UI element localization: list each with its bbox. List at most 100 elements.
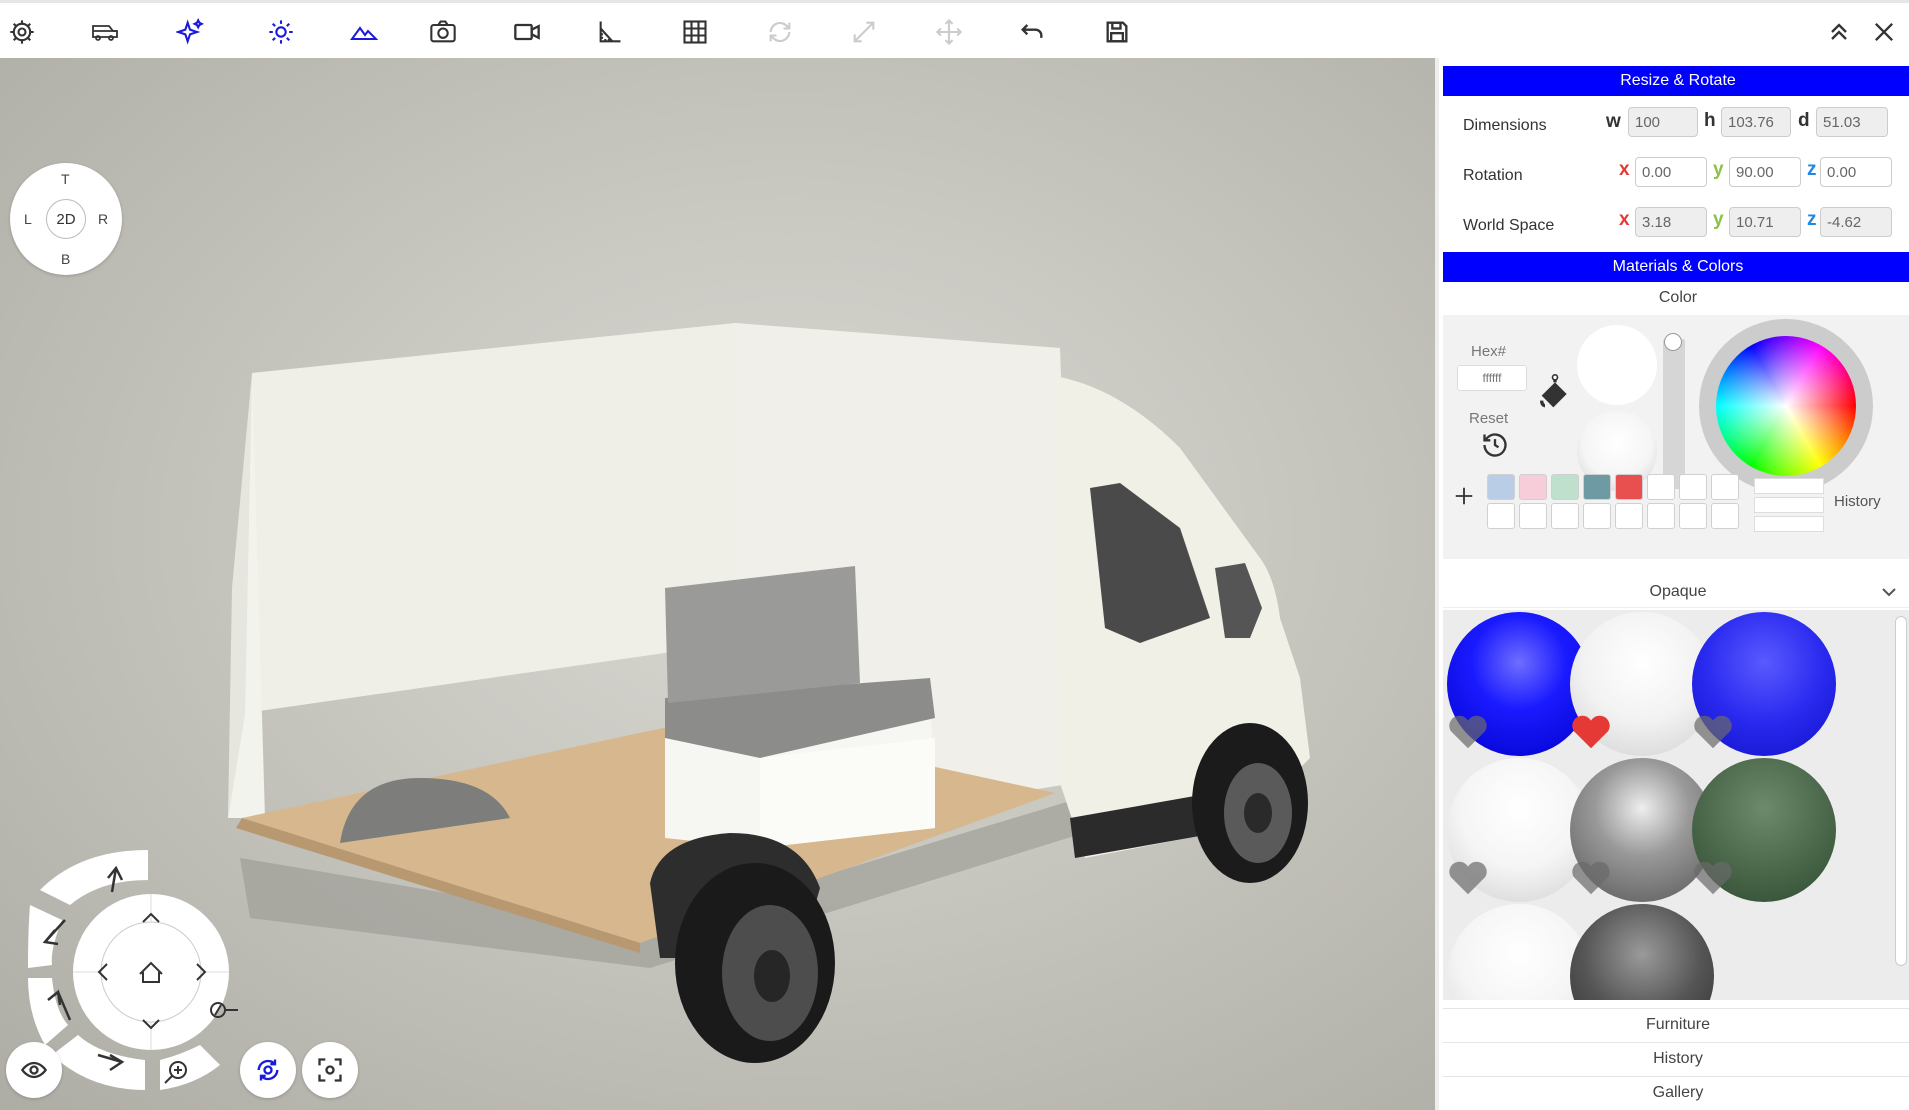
tab-furniture[interactable]: Furniture [1443, 1008, 1909, 1040]
visibility-eye-button[interactable] [6, 1042, 62, 1098]
hex-input[interactable] [1457, 365, 1527, 391]
view-top-button[interactable]: T [61, 171, 70, 187]
history-bar-2[interactable] [1754, 497, 1824, 513]
mountains-icon[interactable] [345, 13, 383, 51]
view-left-button[interactable]: L [24, 211, 32, 227]
swatch-6[interactable] [1647, 474, 1675, 500]
properties-panel: Resize & Rotate Dimensions w h d Rotatio… [1435, 58, 1909, 1110]
material-filter-label: Opaque [1649, 582, 1707, 600]
van-icon[interactable] [86, 13, 124, 51]
favorite-heart-icon[interactable] [1570, 858, 1612, 896]
favorite-heart-active-icon[interactable] [1570, 712, 1612, 750]
world-space-label: World Space [1463, 217, 1555, 234]
close-icon[interactable] [1865, 13, 1903, 51]
swatch-7[interactable] [1679, 474, 1707, 500]
focus-frame-button[interactable] [302, 1042, 358, 1098]
video-icon[interactable] [508, 13, 546, 51]
materials-colors-header[interactable]: Materials & Colors [1443, 252, 1909, 282]
material-scrollbar[interactable] [1895, 616, 1907, 966]
material-filter-dropdown[interactable]: Opaque [1443, 576, 1909, 608]
rotate-icon[interactable] [761, 13, 799, 51]
orbit-camera-button[interactable] [240, 1042, 296, 1098]
grid-icon[interactable] [676, 13, 714, 51]
view-cube[interactable]: T L R B 2D [10, 163, 122, 275]
rotation-y-label: y [1713, 159, 1724, 180]
tab-history[interactable]: History [1443, 1042, 1909, 1074]
favorite-heart-icon[interactable] [1692, 712, 1734, 750]
height-axis-label: h [1704, 110, 1716, 131]
favorite-heart-icon[interactable] [1447, 858, 1489, 896]
eye-icon [20, 1061, 48, 1079]
move-icon[interactable] [930, 13, 968, 51]
history-bar-3[interactable] [1754, 516, 1824, 532]
swatch-12[interactable] [1583, 503, 1611, 529]
world-z-input[interactable] [1820, 207, 1892, 237]
add-swatch-icon[interactable] [1453, 485, 1475, 507]
rotation-x-input[interactable] [1635, 157, 1707, 187]
world-x-input[interactable] [1635, 207, 1707, 237]
rotation-z-label: z [1807, 159, 1817, 180]
color-picker-area: Hex# Reset Histor [1443, 315, 1909, 559]
height-input[interactable] [1721, 107, 1791, 137]
reset-history-icon[interactable] [1481, 431, 1509, 459]
world-y-input[interactable] [1729, 207, 1801, 237]
swatch-2[interactable] [1519, 474, 1547, 500]
scale-icon[interactable] [845, 13, 883, 51]
swatch-8[interactable] [1711, 474, 1739, 500]
reset-label: Reset [1469, 410, 1509, 427]
gear-icon[interactable] [3, 13, 41, 51]
width-axis-label: w [1606, 111, 1621, 132]
color-wheel[interactable] [1716, 336, 1856, 476]
resize-rotate-header[interactable]: Resize & Rotate [1443, 66, 1909, 96]
hex-label: Hex# [1471, 343, 1507, 360]
save-icon[interactable] [1098, 13, 1136, 51]
rotation-label: Rotation [1463, 167, 1523, 184]
swatch-13[interactable] [1615, 503, 1643, 529]
depth-input[interactable] [1816, 107, 1888, 137]
swatch-15[interactable] [1679, 503, 1707, 529]
swatch-9[interactable] [1487, 503, 1515, 529]
swatch-3[interactable] [1551, 474, 1579, 500]
camera-icon[interactable] [424, 13, 462, 51]
swatch-4[interactable] [1583, 474, 1611, 500]
collapse-icon[interactable] [1820, 13, 1858, 51]
top-toolbar [0, 0, 1909, 58]
sun-icon[interactable] [262, 13, 300, 51]
dimensions-label: Dimensions [1463, 117, 1547, 134]
favorite-heart-icon[interactable] [1447, 712, 1489, 750]
world-x-label: x [1619, 209, 1630, 230]
swatch-16[interactable] [1711, 503, 1739, 529]
brightness-slider-handle[interactable] [1664, 333, 1682, 351]
color-subheader[interactable]: Color [1443, 284, 1909, 312]
rotation-y-input[interactable] [1729, 157, 1801, 187]
history-label: History [1834, 493, 1881, 510]
brightness-slider[interactable] [1663, 333, 1685, 489]
color-wheel-ring [1699, 319, 1873, 493]
sparkle-icon[interactable] [171, 13, 209, 51]
focus-icon [318, 1058, 342, 1082]
view-right-button[interactable]: R [98, 211, 108, 227]
swatch-1[interactable] [1487, 474, 1515, 500]
rotation-z-input[interactable] [1820, 157, 1892, 187]
material-grid [1443, 610, 1909, 1000]
width-input[interactable] [1628, 107, 1698, 137]
ruler-icon[interactable] [591, 13, 629, 51]
swatch-5[interactable] [1615, 474, 1643, 500]
favorite-heart-icon[interactable] [1692, 858, 1734, 896]
orbit-icon [257, 1059, 279, 1081]
material-white-satin[interactable] [1447, 904, 1591, 1000]
swatch-10[interactable] [1519, 503, 1547, 529]
swatch-11[interactable] [1551, 503, 1579, 529]
swatch-14[interactable] [1647, 503, 1675, 529]
chevron-down-icon [1882, 588, 1896, 597]
history-bar-1[interactable] [1754, 478, 1824, 494]
undo-icon[interactable] [1013, 13, 1051, 51]
view-bottom-button[interactable]: B [61, 251, 70, 267]
view-2d-button[interactable]: 2D [46, 199, 86, 239]
tab-gallery[interactable]: Gallery [1443, 1076, 1909, 1108]
depth-axis-label: d [1798, 110, 1810, 131]
paint-bucket-icon[interactable] [1535, 373, 1575, 415]
material-dark-gray[interactable] [1570, 904, 1714, 1000]
world-y-label: y [1713, 209, 1724, 230]
rotation-x-label: x [1619, 159, 1630, 180]
